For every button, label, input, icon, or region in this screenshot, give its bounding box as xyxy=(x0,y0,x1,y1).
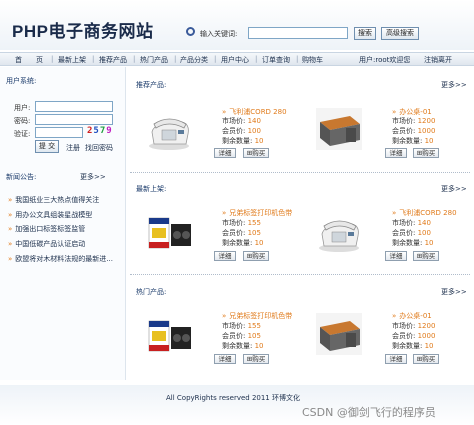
recover-password-link[interactable]: 找回密码 xyxy=(85,143,113,153)
nav-separator: | xyxy=(214,55,217,63)
market-price-row: 市场价: 140 xyxy=(392,219,431,227)
section-recommended-title: 推荐产品: xyxy=(136,81,167,89)
news-item[interactable]: » 中国低碳产品认证启动 xyxy=(8,239,85,249)
login-title: 用户系统: xyxy=(6,77,37,85)
buy-button[interactable]: ⊞购买 xyxy=(243,251,269,261)
buy-button[interactable]: ⊞购买 xyxy=(413,354,439,364)
section-hot-title: 热门产品: xyxy=(136,288,167,296)
desk-icon[interactable] xyxy=(316,108,362,150)
login-button[interactable]: 提 交 xyxy=(35,140,59,153)
section-new-more[interactable]: 更多>> xyxy=(441,184,467,194)
news-item[interactable]: » 我国纸业三大热点值得关注 xyxy=(8,195,99,205)
stock-row: 剩余数量: 10 xyxy=(222,137,264,145)
username-field[interactable] xyxy=(35,101,113,112)
captcha-digit: 9 xyxy=(106,126,113,136)
nav-separator: | xyxy=(255,55,258,63)
user-status: 用户:root欢迎您 xyxy=(359,56,411,64)
captcha-image[interactable]: 2579 xyxy=(87,126,113,136)
site-logo[interactable]: PHP电子商务网站 xyxy=(12,17,153,42)
section-new-title: 最新上架: xyxy=(136,185,167,193)
news-more-link[interactable]: 更多>> xyxy=(80,172,106,182)
register-link[interactable]: 注册 xyxy=(66,143,80,153)
nav-home[interactable]: 首 页 xyxy=(15,55,43,65)
detail-button[interactable]: 详细 xyxy=(385,354,407,364)
market-price-row: 市场价: 140 xyxy=(222,117,261,125)
nav-separator: | xyxy=(174,55,177,63)
stock-row: 剩余数量: 10 xyxy=(392,342,434,350)
buy-button[interactable]: ⊞购买 xyxy=(243,354,269,364)
desk-icon[interactable] xyxy=(316,313,362,355)
phone-icon[interactable] xyxy=(146,110,192,152)
section-divider xyxy=(130,274,470,275)
tape-icon[interactable] xyxy=(147,212,193,254)
stock-row: 剩余数量: 10 xyxy=(222,342,264,350)
stock-row: 剩余数量: 10 xyxy=(222,239,264,247)
search-button[interactable]: 搜索 xyxy=(354,27,376,40)
news-item[interactable]: » 加强出口标签标签监管 xyxy=(8,224,85,234)
phone-icon[interactable] xyxy=(316,212,362,254)
market-price-row: 市场价: 155 xyxy=(222,219,261,227)
nav-separator: | xyxy=(92,55,95,63)
username-label: 用户: xyxy=(14,104,31,112)
market-price-row: 市场价: 155 xyxy=(222,322,261,330)
buy-button[interactable]: ⊞购买 xyxy=(413,148,439,158)
market-price-row: 市场价: 1200 xyxy=(392,117,436,125)
news-item[interactable]: » 欧盟将对木材料法规的最新进... xyxy=(8,254,113,264)
member-price-row: 会员价: 105 xyxy=(222,229,261,237)
member-price-row: 会员价: 100 xyxy=(392,229,431,237)
password-label: 密码: xyxy=(14,117,31,125)
nav-orders[interactable]: 订单查询 xyxy=(262,55,290,65)
password-field[interactable] xyxy=(35,114,113,125)
tape-icon[interactable] xyxy=(147,315,193,357)
member-price-row: 会员价: 105 xyxy=(222,332,261,340)
nav-separator: | xyxy=(133,55,136,63)
section-hot-more[interactable]: 更多>> xyxy=(441,287,467,297)
news-title: 新闻公告: xyxy=(6,173,37,181)
nav-cart[interactable]: 购物车 xyxy=(302,55,323,65)
nav-user-center[interactable]: 用户中心 xyxy=(221,55,249,65)
nav-separator: | xyxy=(296,55,299,63)
search-input[interactable] xyxy=(248,27,348,39)
advanced-search-button[interactable]: 高级搜索 xyxy=(381,27,419,40)
section-recommended-more[interactable]: 更多>> xyxy=(441,80,467,90)
member-price-row: 会员价: 1000 xyxy=(392,127,436,135)
captcha-field[interactable] xyxy=(35,127,83,138)
detail-button[interactable]: 详细 xyxy=(214,251,236,261)
stock-row: 剩余数量: 10 xyxy=(392,239,434,247)
detail-button[interactable]: 详细 xyxy=(214,354,236,364)
nav-new-arrivals[interactable]: 最新上架 xyxy=(58,55,86,65)
section-divider xyxy=(130,172,470,173)
member-price-row: 会员价: 1000 xyxy=(392,332,436,340)
member-price-row: 会员价: 100 xyxy=(222,127,261,135)
news-item[interactable]: » 用办公文具组装星战模型 xyxy=(8,210,92,220)
nav-separator: | xyxy=(51,55,54,63)
detail-button[interactable]: 详细 xyxy=(385,251,407,261)
search-label: 输入关键词: xyxy=(200,30,238,38)
nav-recommended[interactable]: 推荐产品 xyxy=(99,55,127,65)
buy-button[interactable]: ⊞购买 xyxy=(243,148,269,158)
nav-hot[interactable]: 热门产品 xyxy=(140,55,168,65)
watermark-text: CSDN @御剑飞行的程序员 xyxy=(302,406,436,419)
buy-button[interactable]: ⊞购买 xyxy=(413,251,439,261)
product-name[interactable]: » 飞利浦CORD 280 xyxy=(392,208,457,218)
product-name[interactable]: » 办公桌-01 xyxy=(392,311,432,321)
copyright-text: All CopyRights reserved 2011 环博文化 xyxy=(166,394,300,402)
logout-link[interactable]: 注销离开 xyxy=(424,55,452,65)
detail-button[interactable]: 详细 xyxy=(385,148,407,158)
product-name[interactable]: » 兄弟标签打印机色带 xyxy=(222,208,292,218)
detail-button[interactable]: 详细 xyxy=(214,148,236,158)
market-price-row: 市场价: 1200 xyxy=(392,322,436,330)
nav-categories[interactable]: 产品分类 xyxy=(180,55,208,65)
search-icon xyxy=(186,27,195,36)
product-name[interactable]: » 兄弟标签打印机色带 xyxy=(222,311,292,321)
stock-row: 剩余数量: 10 xyxy=(392,137,434,145)
captcha-label: 验证: xyxy=(14,130,31,138)
